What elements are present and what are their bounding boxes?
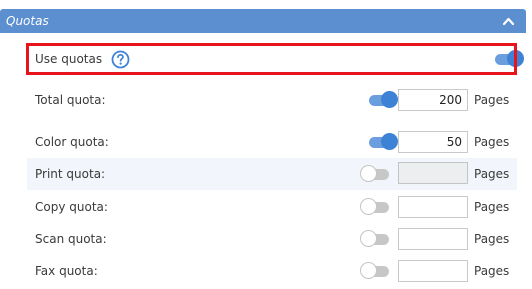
print-quota-toggle[interactable] [360, 165, 391, 183]
fax-quota-label: Fax quota: [35, 264, 98, 278]
scan-quota-row: Scan quota: Pages [27, 223, 517, 255]
toggle-knob [381, 133, 398, 150]
scan-quota-label: Scan quota: [35, 232, 107, 246]
toggle-knob [360, 230, 377, 247]
copy-quota-toggle[interactable] [360, 198, 391, 216]
print-quota-input[interactable] [398, 162, 468, 184]
toggle-knob [360, 165, 377, 182]
total-quota-row: Total quota: 200 Pages [27, 84, 517, 116]
total-quota-label: Total quota: [35, 93, 106, 107]
copy-quota-label: Copy quota: [35, 200, 108, 214]
color-quota-unit: Pages [474, 135, 510, 149]
highlight-box [26, 43, 517, 75]
color-quota-row: Color quota: 50 Pages [27, 126, 517, 158]
total-quota-input[interactable]: 200 [398, 89, 468, 111]
print-quota-label: Print quota: [35, 167, 106, 181]
fax-quota-unit: Pages [474, 264, 510, 278]
fax-quota-row: Fax quota: Pages [27, 255, 517, 287]
fax-quota-input[interactable] [398, 260, 468, 282]
scan-quota-unit: Pages [474, 232, 510, 246]
fax-quota-toggle[interactable] [360, 262, 391, 280]
section-title: Quotas [6, 14, 49, 28]
color-quota-toggle[interactable] [367, 133, 398, 151]
scan-quota-input[interactable] [398, 228, 468, 250]
section-header-quotas[interactable]: Quotas [0, 9, 526, 33]
copy-quota-unit: Pages [474, 200, 510, 214]
copy-quota-row: Copy quota: Pages [27, 191, 517, 223]
toggle-knob [381, 91, 398, 108]
toggle-knob [360, 262, 377, 279]
chevron-up-icon[interactable] [503, 16, 514, 26]
copy-quota-input[interactable] [398, 196, 468, 218]
color-quota-input[interactable]: 50 [398, 131, 468, 153]
scan-quota-toggle[interactable] [360, 230, 391, 248]
color-quota-label: Color quota: [35, 135, 109, 149]
total-quota-toggle[interactable] [367, 91, 398, 109]
print-quota-unit: Pages [474, 167, 510, 181]
quotas-panel: Quotas Use quotas Total quota: 200 Pages… [0, 0, 532, 289]
toggle-knob [360, 198, 377, 215]
print-quota-row: Print quota: Pages [27, 158, 517, 190]
total-quota-unit: Pages [474, 93, 510, 107]
